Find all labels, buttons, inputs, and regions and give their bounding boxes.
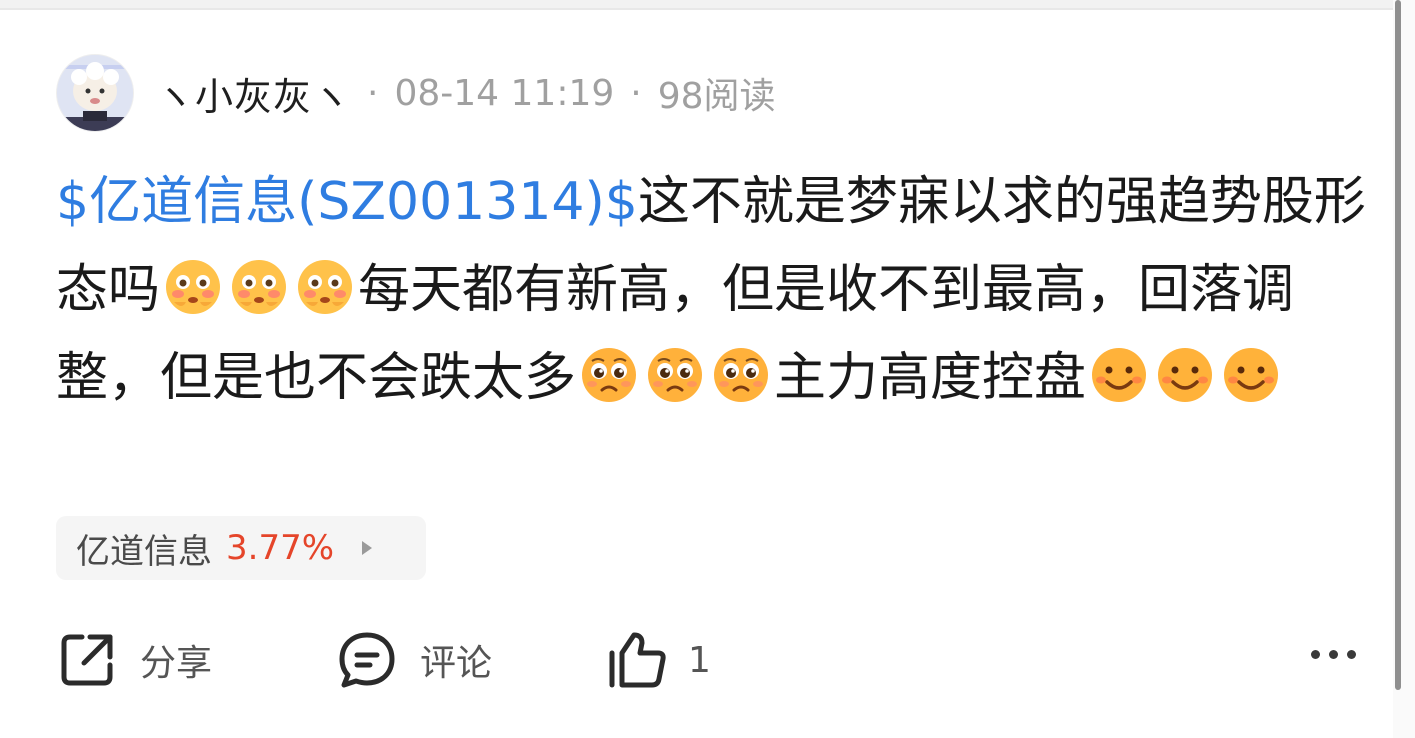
like-button[interactable]: 1 — [606, 620, 711, 700]
stock-link[interactable]: $亿道信息(SZ001314)$ — [56, 172, 638, 232]
post-meta: ヽ小灰灰ヽ · 08-14 11:19 · 98阅读 — [156, 66, 776, 121]
more-dot-icon — [1347, 650, 1356, 659]
meta-separator: · — [367, 72, 379, 114]
smiling-face-icon — [1090, 346, 1148, 404]
smiling-face-icon — [1156, 346, 1214, 404]
flushed-face-icon — [164, 258, 222, 316]
pleading-face-icon — [646, 346, 704, 404]
smiling-face-icon — [1222, 346, 1280, 404]
meta-separator: · — [630, 72, 642, 114]
more-options-button[interactable] — [1311, 650, 1356, 659]
share-button[interactable]: 分享 — [56, 620, 212, 700]
comment-button[interactable]: 评论 — [336, 620, 492, 700]
stock-chip[interactable]: 亿道信息 3.77% — [56, 516, 426, 580]
scrollbar-thumb[interactable] — [1395, 0, 1401, 690]
more-dot-icon — [1329, 650, 1338, 659]
like-count: 1 — [688, 639, 711, 681]
play-arrow-icon — [362, 541, 373, 555]
pleading-face-icon — [580, 346, 638, 404]
share-icon — [61, 634, 113, 686]
thumbs-up-icon — [609, 632, 666, 688]
avatar[interactable] — [56, 54, 134, 132]
top-divider — [0, 0, 1415, 10]
content-text: 主力高度控盘 — [774, 348, 1087, 408]
post-header: ヽ小灰灰ヽ · 08-14 11:19 · 98阅读 — [56, 54, 776, 132]
post-content: $亿道信息(SZ001314)$这不就是梦寐以求的强趋势股形态吗 每天都有新高，… — [56, 158, 1366, 422]
flushed-face-icon — [296, 258, 354, 316]
more-dot-icon — [1311, 650, 1320, 659]
comment-icon — [339, 632, 395, 688]
stock-chip-name: 亿道信息 — [76, 531, 212, 572]
pleading-face-icon — [712, 346, 770, 404]
author-name[interactable]: ヽ小灰灰ヽ — [156, 66, 351, 121]
flushed-face-icon — [230, 258, 288, 316]
comment-label: 评论 — [420, 643, 493, 684]
post-time: 08-14 11:19 — [394, 72, 615, 114]
read-count: 98阅读 — [657, 76, 776, 117]
action-bar: 分享 评论 1 — [56, 620, 1356, 700]
stock-chip-change: 3.77% — [226, 528, 335, 568]
share-label: 分享 — [140, 643, 213, 684]
